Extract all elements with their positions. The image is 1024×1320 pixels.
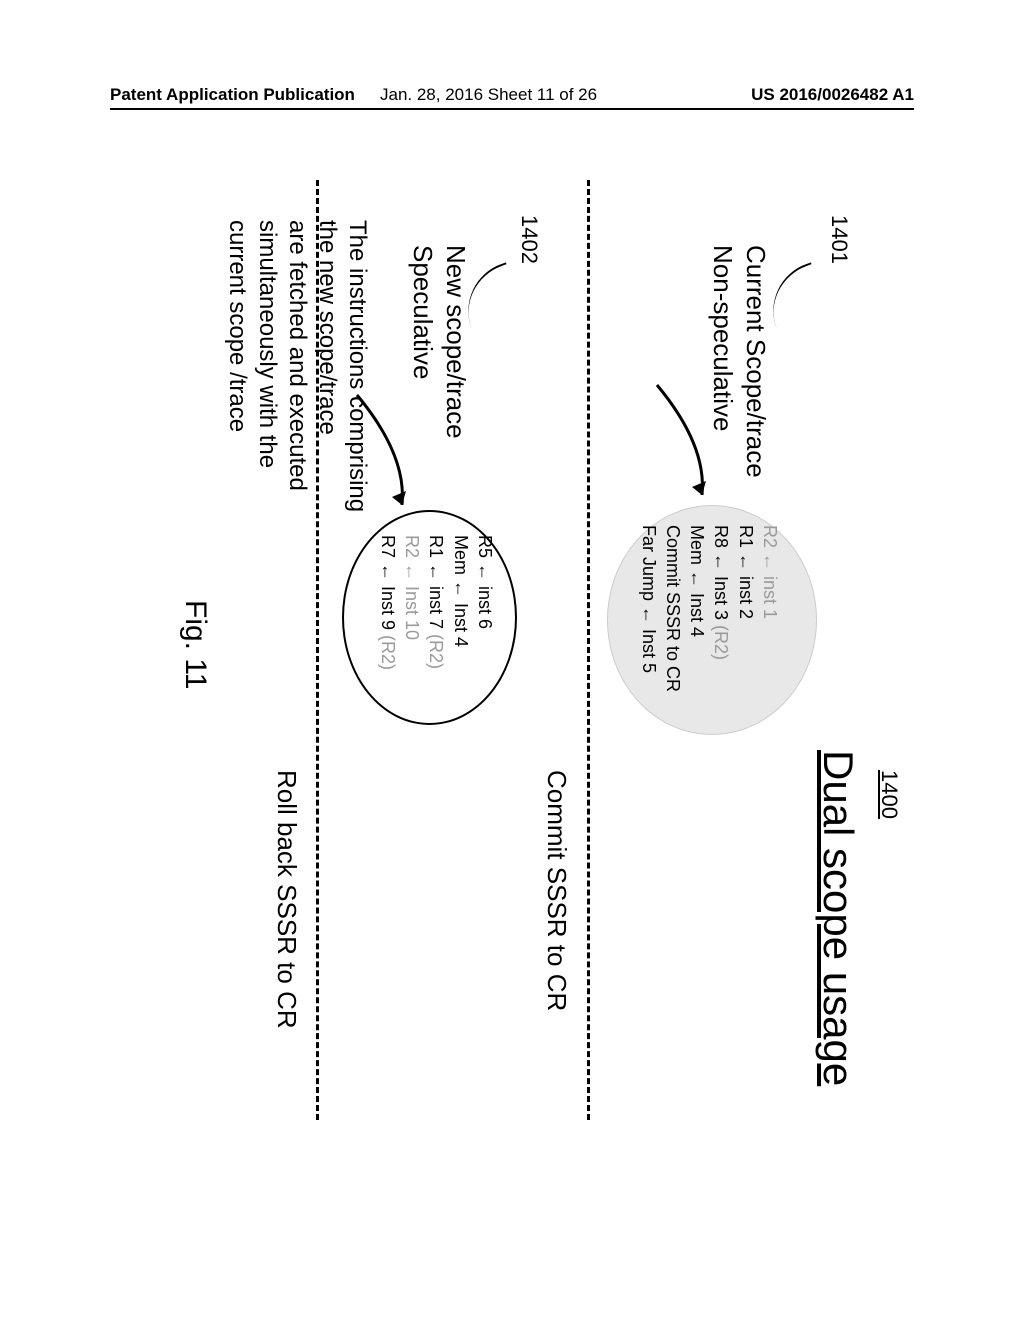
inst-line: R2 ← inst 1	[758, 525, 782, 692]
inst-line: R1 ← inst 7 (R2)	[424, 535, 448, 670]
commit-text: Commit SSSR to CR	[541, 770, 572, 1011]
explain-l4: simultaneously with the	[252, 220, 282, 512]
current-scope-label: Current Scope/trace Non-speculative	[707, 245, 772, 478]
inst-line: Commit SSSR to CR	[661, 525, 685, 692]
inst-line: Mem ← Inst 4	[448, 535, 472, 670]
new-scope-line1: New scope/trace	[440, 245, 473, 439]
inst-line: R7 ← Inst 9 (R2)	[376, 535, 400, 670]
header-middle: Jan. 28, 2016 Sheet 11 of 26	[380, 85, 597, 105]
inst-line: R1 ← inst 2	[733, 525, 757, 692]
inst-text: R2 ← Inst 10	[402, 535, 422, 640]
bubble1-instructions: R2 ← inst 1 R1 ← inst 2 R8 ← Inst 3 (R2)…	[636, 525, 782, 692]
main-title: Dual scope usage	[814, 750, 862, 1086]
arrow-1	[652, 380, 712, 510]
bubble2-instructions: R5 ← inst 6 Mem ← Inst 4 R1 ← inst 7 (R2…	[376, 535, 497, 670]
divider-1	[587, 180, 590, 1120]
header-rule	[110, 108, 914, 110]
explain-l3: are fetched and executed	[282, 220, 312, 512]
inst-text: R2 ← inst 1	[760, 525, 780, 619]
reference-number-1401: 1401	[826, 215, 852, 264]
reference-number-1400: 1400	[876, 770, 902, 819]
inst-text: R7 ← Inst 9	[378, 535, 398, 635]
inst-text: R1 ← inst 7	[426, 535, 446, 634]
inst-reg-source: (R2)	[426, 634, 446, 669]
reference-number-1402: 1402	[516, 215, 542, 264]
explain-l5: current scope /trace	[222, 220, 252, 512]
header-right: US 2016/0026482 A1	[751, 85, 914, 105]
header-left: Patent Application Publication	[110, 85, 355, 105]
inst-line: R8 ← Inst 3 (R2)	[709, 525, 733, 692]
page: Patent Application Publication Jan. 28, …	[0, 0, 1024, 1320]
explain-l1: The instructions comprising	[342, 220, 372, 512]
figure-diagram: 1400 Dual scope usage 1401 Current Scope…	[152, 160, 872, 1160]
explanation-text: The instructions comprising the new scop…	[222, 220, 372, 512]
inst-reg-source: (R2)	[711, 625, 731, 660]
new-scope-label: New scope/trace Speculative	[407, 245, 472, 439]
inst-text: R8 ← Inst 3	[711, 525, 731, 625]
rollback-text: Roll back SSSR to CR	[271, 770, 302, 1029]
figure-label: Fig. 11	[178, 600, 212, 690]
inst-reg-source: (R2)	[378, 635, 398, 670]
explain-l2: the new scope/trace	[312, 220, 342, 512]
inst-line: R2 ← Inst 10	[400, 535, 424, 670]
inst-line: Far Jump ← Inst 5	[636, 525, 660, 692]
current-scope-line1: Current Scope/trace	[740, 245, 773, 478]
inst-line: R5 ← inst 6	[473, 535, 497, 670]
inst-line: Mem ← Inst 4	[685, 525, 709, 692]
